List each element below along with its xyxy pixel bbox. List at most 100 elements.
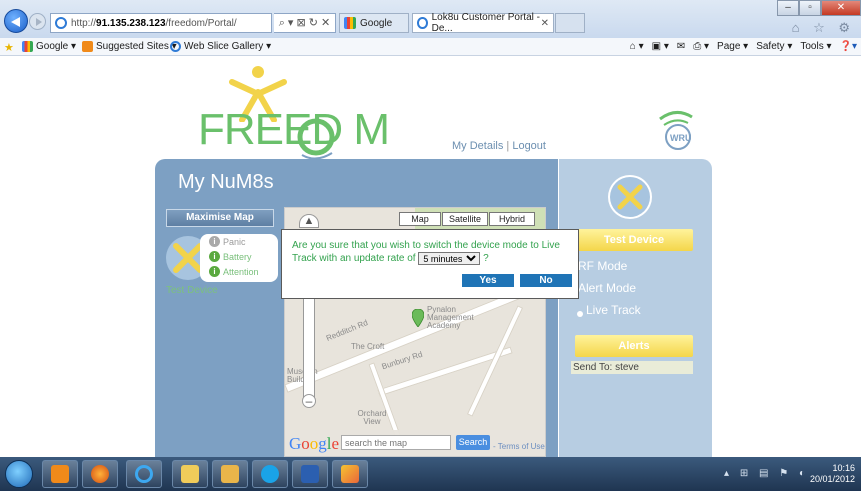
google-favicon-icon — [22, 41, 33, 52]
no-button[interactable]: No — [520, 274, 572, 287]
new-tab-button[interactable] — [555, 13, 585, 33]
indicator-label: Attention — [223, 266, 259, 277]
mode-selected-radio — [577, 311, 583, 317]
taskbar-app-outlook[interactable] — [42, 460, 78, 488]
ie-page-icon — [55, 17, 67, 29]
dialog-text-end: ? — [483, 253, 489, 265]
tools-menu[interactable]: Tools ▾ — [800, 41, 831, 52]
device-name[interactable]: Test Device — [166, 285, 218, 296]
address-tools[interactable]: ⌕ ▾ ⊠ ↻ ✕ — [274, 13, 336, 33]
zoom-out-button[interactable]: – — [302, 394, 316, 408]
battery-indicator: i Battery — [209, 251, 252, 262]
ie-favicon-icon — [417, 17, 428, 29]
favorite-google[interactable]: Google ▾ — [22, 41, 76, 52]
right-panel-logo — [608, 175, 652, 219]
favorite-web-slice-gallery[interactable]: Web Slice Gallery ▾ — [170, 41, 271, 52]
tab-label: Lok8u Customer Portal - De... — [431, 12, 540, 34]
map-road — [368, 362, 402, 440]
wru-text: WRU — [670, 133, 692, 143]
tab-label: Google — [360, 17, 393, 29]
maximize-button[interactable]: ▫ — [799, 0, 821, 16]
device-card[interactable]: i Panic i Battery i Attention — [166, 234, 278, 282]
back-button[interactable] — [4, 9, 28, 33]
favorite-label: Suggested Sites ▾ — [96, 41, 177, 52]
yes-button[interactable]: Yes — [462, 274, 514, 287]
system-clock[interactable]: 10:16 20/01/2012 — [810, 463, 855, 485]
taskbar-app-paint[interactable] — [332, 460, 368, 488]
mail-icon[interactable]: ✉ — [677, 41, 685, 52]
favorite-label: Web Slice Gallery ▾ — [184, 41, 272, 52]
alerts-button[interactable]: Alerts — [575, 335, 693, 357]
taskbar-app-word[interactable] — [292, 460, 328, 488]
favorite-label: Google ▾ — [36, 41, 77, 52]
word-icon — [301, 465, 319, 483]
info-icon: i — [209, 251, 220, 262]
taskbar-app-ie[interactable] — [126, 460, 162, 488]
ie-icon — [135, 465, 153, 483]
nav-separator: | — [506, 140, 510, 152]
home-favorites-tools-icons[interactable]: ⌂ ☆ ⚙ — [792, 20, 855, 36]
safety-menu[interactable]: Safety ▾ — [756, 41, 792, 52]
test-device-button[interactable]: Test Device — [575, 229, 693, 251]
map-label: Redditch Rd — [324, 318, 370, 343]
tab-portal[interactable]: Lok8u Customer Portal - De... ✕ — [412, 12, 554, 34]
firefox-icon — [91, 465, 109, 483]
info-icon: i — [209, 266, 220, 277]
confirm-dialog: Are you sure that you wish to switch the… — [281, 229, 579, 299]
system-tray-icons[interactable]: ▴ ⊞ ▤ ⚑ ◐ — [724, 468, 809, 479]
ie-favicon-icon — [170, 41, 181, 52]
device-location-pin-icon[interactable] — [412, 309, 424, 327]
help-icon[interactable]: ❓▾ — [840, 41, 857, 52]
windows-taskbar: ▴ ⊞ ▤ ⚑ ◐ 10:16 20/01/2012 — [0, 457, 861, 491]
taskbar-app-firefox[interactable] — [82, 460, 118, 488]
terms-of-use-link[interactable]: - Terms of Use — [493, 442, 545, 451]
wru-logo-icon: WRU — [659, 111, 693, 150]
tab-google[interactable]: Google — [339, 13, 409, 33]
start-button[interactable] — [5, 460, 33, 488]
taskbar-app-skype[interactable] — [252, 460, 288, 488]
info-icon: i — [209, 236, 220, 247]
send-to-field: Send To: steve — [571, 361, 693, 374]
map-type-map[interactable]: Map — [399, 212, 441, 226]
forward-button[interactable] — [29, 13, 46, 30]
address-path: /freedom/Portal/ — [165, 17, 237, 29]
minimize-button[interactable]: – — [777, 0, 799, 16]
folder-icon — [181, 465, 199, 483]
map-type-satellite[interactable]: Satellite — [442, 212, 488, 226]
maximise-map-button[interactable]: Maximise Map — [166, 209, 274, 227]
map-search-input[interactable] — [341, 435, 451, 450]
paint-icon — [341, 465, 359, 483]
home-icon[interactable]: ⌂ ▾ — [630, 41, 644, 52]
outlook-icon — [51, 465, 69, 483]
favorite-suggested-sites[interactable]: Suggested Sites ▾ — [82, 41, 177, 52]
page-title: My NuM8s — [178, 171, 274, 193]
map-search-button[interactable]: Search — [456, 435, 490, 450]
favorites-star-icon[interactable]: ★ — [4, 41, 14, 54]
clock-date: 20/01/2012 — [809, 474, 855, 484]
mode-rf[interactable]: RF Mode — [578, 259, 627, 273]
suggested-sites-icon — [82, 41, 93, 52]
google-logo: Google — [289, 434, 340, 453]
top-nav: My Details | Logout — [452, 140, 546, 152]
update-rate-select[interactable]: 5 minutes — [418, 252, 481, 265]
map-label: Orchard View — [357, 409, 387, 426]
address-bar[interactable]: http://91.135.238.123/freedom/Portal/ — [50, 13, 272, 33]
taskbar-app-explorer[interactable] — [172, 460, 208, 488]
map-type-hybrid[interactable]: Hybrid — [489, 212, 535, 226]
tab-close-icon[interactable]: ✕ — [541, 18, 549, 29]
skype-icon — [261, 465, 279, 483]
taskbar-app-outlook2[interactable] — [212, 460, 248, 488]
feeds-icon[interactable]: ▣ ▾ — [652, 41, 669, 52]
pan-control[interactable]: ▲ — [299, 214, 319, 228]
print-icon[interactable]: ⎙ ▾ — [693, 41, 709, 52]
my-details-link[interactable]: My Details — [452, 140, 503, 152]
mode-live-track[interactable]: Live Track — [586, 303, 641, 317]
zoom-slider[interactable] — [303, 288, 315, 398]
close-window-button[interactable]: ✕ — [821, 0, 861, 16]
indicator-label: Panic — [223, 236, 246, 247]
mode-alert[interactable]: Alert Mode — [578, 281, 636, 295]
page-menu[interactable]: Page ▾ — [717, 41, 748, 52]
favorites-bar: ★ Google ▾ Suggested Sites ▾ Web Slice G… — [0, 38, 861, 56]
google-favicon-icon — [344, 17, 356, 29]
logout-link[interactable]: Logout — [512, 140, 546, 152]
